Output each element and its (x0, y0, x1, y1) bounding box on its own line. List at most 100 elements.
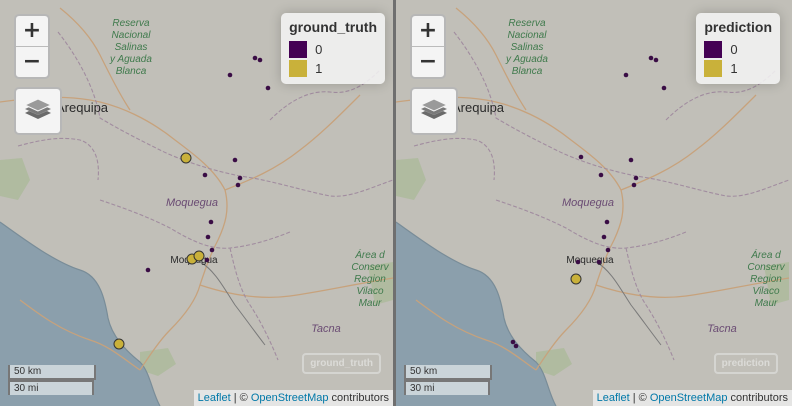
legend-row: 0 (704, 40, 772, 59)
class-0-point (628, 157, 634, 163)
class-0-point (623, 72, 629, 78)
area-label: Vilaco (356, 286, 383, 297)
layers-icon (23, 98, 53, 119)
scale-km: 50 km (8, 365, 96, 380)
legend-swatch (704, 60, 723, 77)
area-label: Área d (354, 248, 385, 261)
class-0-point (601, 234, 607, 240)
class-0-point (202, 172, 208, 178)
zoom-control: + − (14, 14, 50, 79)
class-0-point (232, 157, 238, 163)
class-0-point (209, 247, 215, 253)
legend-label: 0 (315, 42, 323, 57)
class-1-points (570, 273, 582, 285)
reserva-label: y Aguada (109, 54, 152, 65)
reserva-label: Reserva (508, 18, 546, 29)
class-0-point (237, 175, 243, 181)
class-0-point (145, 267, 151, 273)
class-0-point (235, 182, 241, 188)
class-1-point (570, 273, 582, 285)
class-0-point (605, 247, 611, 253)
attribution: Leaflet | © OpenStreetMap contributors (193, 390, 393, 406)
reserva-label: Blanca (512, 66, 543, 77)
legend-swatch (289, 60, 308, 77)
class-0-point (257, 57, 263, 63)
tacna-label: Tacna (707, 323, 737, 335)
zoom-in-button[interactable]: + (412, 16, 444, 46)
leaflet-link[interactable]: Leaflet (597, 392, 630, 404)
area-label: Área d (750, 248, 781, 261)
class-0-point (578, 154, 584, 160)
legend-swatch (704, 41, 723, 58)
attribution: Leaflet | © OpenStreetMap contributors (592, 390, 792, 406)
legend-row: 1 (289, 59, 377, 78)
moquegua-region-label: Moquegua (166, 197, 218, 209)
class-0-point (510, 339, 516, 345)
reserva-label: Reserva (112, 18, 150, 29)
reserva-label: y Aguada (505, 54, 548, 65)
legend-swatch (289, 41, 308, 58)
osm-link[interactable]: OpenStreetMap (251, 392, 329, 404)
reserva-label: Salinas (115, 42, 148, 53)
area-label: Region (750, 274, 782, 285)
map-panel-prediction[interactable]: Reserva Nacional Salinas y Aguada Blanca… (396, 0, 792, 406)
arequipa-label: Arequipa (56, 100, 109, 115)
legend-title: prediction (704, 19, 772, 35)
layers-button[interactable] (410, 87, 458, 135)
area-label: Conserv (351, 262, 389, 273)
scale-mi: 30 mi (8, 380, 94, 395)
class-0-point (204, 257, 210, 263)
area-label: Vilaco (752, 286, 779, 297)
map-panel-ground-truth[interactable]: Reserva Nacional Salinas y Aguada Blanca… (0, 0, 393, 406)
reserva-label: Nacional (508, 30, 548, 41)
class-0-point (513, 343, 519, 349)
reserva-label: Blanca (116, 66, 147, 77)
arequipa-label: Arequipa (452, 100, 505, 115)
moquegua-city-label: Moquegua (566, 255, 614, 266)
reserva-label: Nacional (112, 30, 152, 41)
zoom-out-button[interactable]: − (16, 46, 48, 77)
class-0-point (648, 55, 654, 61)
area-label: Conserv (747, 262, 785, 273)
legend-row: 1 (704, 59, 772, 78)
class-0-point (633, 175, 639, 181)
legend-title: ground_truth (289, 19, 377, 35)
attribution-tail: contributors (328, 392, 389, 404)
attribution-tail: contributors (727, 392, 788, 404)
zoom-out-button[interactable]: − (412, 46, 444, 77)
tacna-label: Tacna (311, 323, 341, 335)
osm-link[interactable]: OpenStreetMap (650, 392, 728, 404)
scale-bar: 50 km 30 mi (404, 365, 492, 395)
class-1-point (193, 250, 205, 262)
scale-km: 50 km (404, 365, 492, 380)
area-label: Maur (359, 298, 382, 309)
layers-icon (419, 98, 449, 119)
zoom-control: + − (410, 14, 446, 79)
layer-label: prediction (713, 353, 778, 374)
layer-label: ground_truth (302, 353, 381, 374)
scale-bar: 50 km 30 mi (8, 365, 96, 395)
legend-row: 0 (289, 40, 377, 59)
layers-button[interactable] (14, 87, 62, 135)
area-label: Region (354, 274, 386, 285)
legend: prediction 0 1 (696, 13, 780, 84)
class-0-point (631, 182, 637, 188)
class-0-point (227, 72, 233, 78)
class-0-point (653, 57, 659, 63)
class-0-point (604, 219, 610, 225)
class-0-point (575, 259, 581, 265)
attribution-sep: | © (629, 392, 650, 404)
zoom-in-button[interactable]: + (16, 16, 48, 46)
scale-mi: 30 mi (404, 380, 490, 395)
class-0-point (252, 55, 258, 61)
class-0-point (596, 259, 602, 265)
class-0-point (598, 172, 604, 178)
moquegua-region-label: Moquegua (562, 197, 614, 209)
class-1-point (180, 152, 192, 164)
legend-label: 1 (315, 61, 323, 76)
reserva-label: Salinas (511, 42, 544, 53)
class-0-point (205, 234, 211, 240)
legend: ground_truth 0 1 (281, 13, 385, 84)
leaflet-link[interactable]: Leaflet (198, 392, 231, 404)
class-0-point (265, 85, 271, 91)
